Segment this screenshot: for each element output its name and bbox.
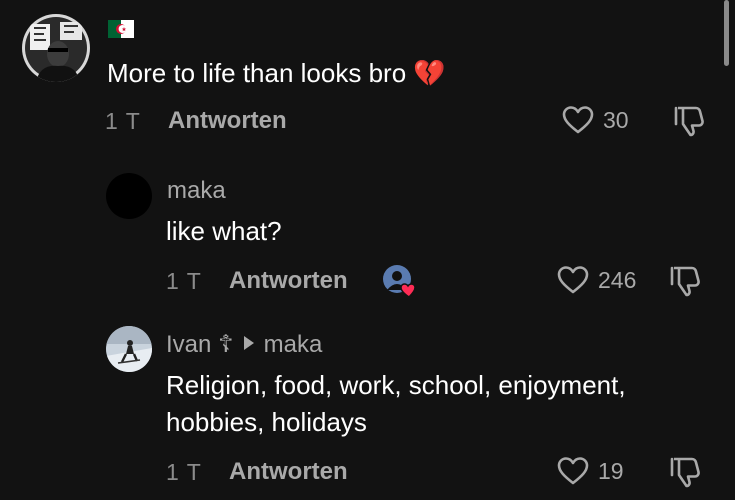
heart-outline-icon bbox=[562, 106, 594, 134]
dislike-icon[interactable] bbox=[672, 104, 706, 138]
comment-time: 1 T bbox=[166, 268, 202, 294]
comment-time: 1 T bbox=[105, 108, 141, 134]
heart-outline-icon bbox=[557, 457, 589, 485]
like-button[interactable]: 30 bbox=[561, 103, 629, 137]
dislike-icon[interactable] bbox=[668, 264, 702, 298]
username[interactable]: Ivan ☦ maka bbox=[166, 330, 322, 359]
algeria-flag-icon bbox=[108, 20, 134, 38]
avatar[interactable] bbox=[106, 173, 152, 219]
avatar[interactable] bbox=[22, 14, 90, 82]
heart-outline-icon bbox=[557, 266, 589, 294]
avatar[interactable] bbox=[106, 326, 152, 372]
reply-to-arrow-icon bbox=[243, 336, 254, 350]
username-text[interactable]: Ivan ☦ bbox=[166, 331, 234, 358]
like-count: 246 bbox=[598, 266, 637, 293]
like-count: 30 bbox=[603, 106, 629, 133]
creator-liked-badge bbox=[382, 264, 418, 300]
like-button[interactable]: 19 bbox=[556, 454, 624, 488]
comment-text: like what? bbox=[166, 216, 282, 246]
comment-text-line-1: Religion, food, work, school, enjoyment, bbox=[166, 370, 626, 400]
scrollbar[interactable] bbox=[724, 0, 729, 66]
comment-text: More to life than looks bro 💔 bbox=[107, 58, 446, 88]
comments-panel: More to life than looks bro 💔 1 T Antwor… bbox=[0, 0, 735, 500]
reply-button[interactable]: Antworten bbox=[168, 107, 287, 135]
comment-time: 1 T bbox=[166, 459, 202, 485]
reply-to-username[interactable]: maka bbox=[264, 331, 323, 358]
comment-text-line-2: hobbies, holidays bbox=[166, 407, 367, 437]
reply-button[interactable]: Antworten bbox=[229, 458, 348, 486]
username[interactable]: maka bbox=[167, 177, 226, 205]
like-count: 19 bbox=[598, 457, 624, 484]
reply-button[interactable]: Antworten bbox=[229, 267, 348, 295]
like-button[interactable]: 246 bbox=[556, 263, 636, 297]
dislike-icon[interactable] bbox=[668, 455, 702, 489]
